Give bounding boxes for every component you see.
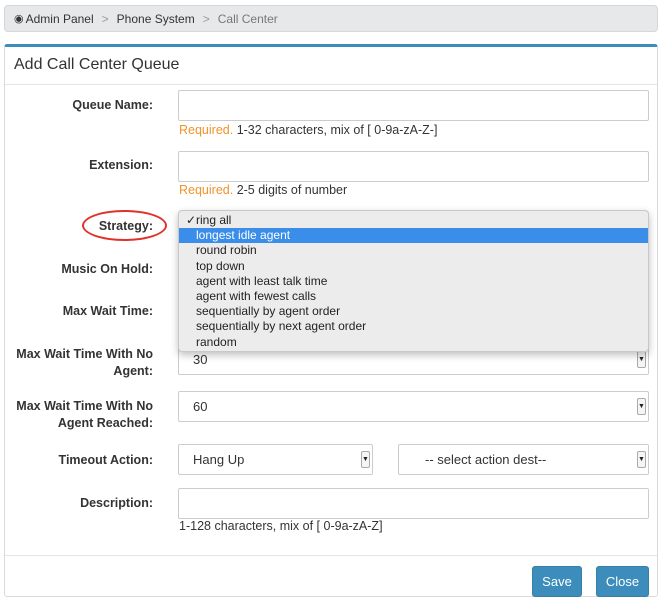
max-wait-no-agent-reached-value: 60 (193, 399, 208, 414)
breadcrumb: ◉ Admin Panel > Phone System > Call Cent… (4, 5, 658, 32)
extension-input[interactable] (178, 151, 649, 182)
divider (5, 555, 657, 556)
dashboard-icon: ◉ (14, 13, 24, 25)
extension-label: Extension: (89, 158, 153, 172)
close-button[interactable]: Close (596, 566, 649, 597)
extension-hint-text: 2-5 digits of number (236, 183, 348, 197)
max-wait-no-agent-reached-select[interactable]: 60 ▼ (178, 391, 649, 422)
option-label: agent with least talk time (196, 273, 328, 288)
strategy-option-longest-idle-agent[interactable]: longest idle agent (179, 228, 648, 244)
queue-name-hint: Required. 1-32 characters, mix of [ 0-9a… (179, 123, 437, 137)
option-label: random (196, 334, 237, 349)
timeout-action-value: Hang Up (193, 452, 245, 467)
chevron-down-icon: ▼ (637, 451, 646, 468)
option-label: round robin (196, 243, 257, 258)
queue-name-input[interactable] (178, 90, 649, 121)
option-label: longest idle agent (196, 228, 291, 243)
strategy-option-top-down[interactable]: top down (179, 259, 648, 274)
queue-name-hint-text: 1-32 characters, mix of [ 0-9a-zA-Z-] (236, 123, 438, 137)
max-wait-no-agent-value: 30 (193, 352, 208, 367)
music-on-hold-label: Music On Hold: (61, 262, 153, 276)
required-text: Required. (179, 123, 234, 137)
strategy-option-least-talk-time[interactable]: agent with least talk time (179, 274, 648, 289)
description-label: Description: (80, 496, 153, 510)
option-label: ring all (196, 213, 232, 227)
chevron-down-icon: ▼ (637, 398, 646, 415)
max-wait-no-agent-reached-label: Max Wait Time With No Agent Reached: (16, 399, 153, 430)
queue-name-label: Queue Name: (72, 98, 153, 112)
highlight-circle (82, 210, 167, 241)
timeout-action-select[interactable]: Hang Up ▼ (178, 444, 373, 475)
option-label: sequentially by agent order (196, 304, 341, 319)
action-dest-select[interactable]: -- select action dest-- ▼ (398, 444, 649, 475)
description-input[interactable] (178, 488, 649, 519)
max-wait-time-label: Max Wait Time: (62, 304, 153, 318)
chevron-down-icon: ▼ (361, 451, 370, 468)
strategy-option-next-agent-order[interactable]: sequentially by next agent order (179, 319, 648, 334)
timeout-action-label: Timeout Action: (58, 453, 153, 467)
extension-hint: Required. 2-5 digits of number (179, 183, 347, 197)
strategy-dropdown-list[interactable]: ✓ ring all longest idle agent round robi… (178, 210, 649, 352)
strategy-option-round-robin[interactable]: round robin (179, 243, 648, 258)
description-hint: 1-128 characters, mix of [ 0-9a-zA-Z] (179, 519, 383, 533)
panel-title: Add Call Center Queue (14, 56, 180, 73)
required-text: Required. (179, 183, 234, 197)
option-label: top down (196, 258, 245, 273)
chevron-down-icon: ▼ (637, 351, 646, 368)
divider (5, 84, 657, 85)
breadcrumb-admin-panel[interactable]: Admin Panel (26, 12, 94, 26)
strategy-option-ring-all[interactable]: ✓ ring all (179, 213, 648, 228)
option-label: sequentially by next agent order (196, 319, 367, 334)
save-button[interactable]: Save (532, 566, 582, 597)
strategy-option-random[interactable]: random (179, 335, 648, 350)
breadcrumb-separator: > (101, 11, 109, 26)
strategy-option-fewest-calls[interactable]: agent with fewest calls (179, 289, 648, 304)
strategy-option-agent-order[interactable]: sequentially by agent order (179, 304, 648, 319)
breadcrumb-phone-system[interactable]: Phone System (117, 12, 195, 26)
max-wait-no-agent-label: Max Wait Time With No Agent: (16, 347, 153, 378)
breadcrumb-call-center: Call Center (217, 11, 278, 26)
option-label: agent with fewest calls (196, 288, 317, 303)
breadcrumb-separator: > (202, 11, 210, 26)
action-dest-value: -- select action dest-- (425, 452, 547, 467)
checkmark-icon: ✓ (186, 213, 197, 227)
